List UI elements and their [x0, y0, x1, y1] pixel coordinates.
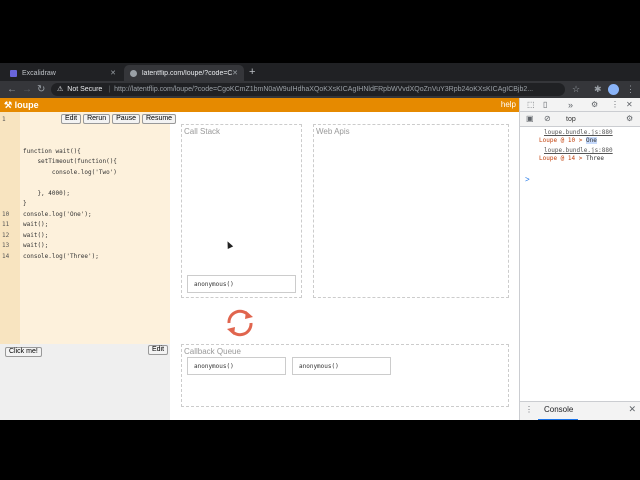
console-drawer: ⋮ Console ✕ — [520, 401, 640, 420]
browser-window: Excalidraw ✕ latentflip.com/loupe/?code=… — [0, 63, 640, 420]
loupe-favicon-icon — [130, 69, 137, 77]
settings-gear-icon[interactable]: ⚙ — [591, 98, 598, 112]
bookmark-star-icon[interactable]: ☆ — [572, 83, 580, 96]
line-number: 11 — [2, 221, 10, 228]
resume-button[interactable]: Resume — [142, 114, 177, 124]
close-tab-icon[interactable]: ✕ — [110, 69, 116, 77]
log-source-link[interactable]: loupe.bundle.js:880 — [544, 147, 640, 155]
inspect-element-icon[interactable]: ⬚ — [527, 98, 535, 112]
code-text: function wait(){ — [23, 147, 81, 155]
security-label[interactable]: Not Secure — [67, 86, 102, 93]
new-tab-button[interactable]: + — [249, 66, 255, 78]
log-value: Three — [585, 155, 605, 162]
callback-queue-item: anonymous() — [187, 357, 286, 375]
more-tabs-icon[interactable]: » — [568, 98, 573, 112]
call-stack-panel — [181, 124, 302, 298]
loupe-header: ⚒ loupe help — [0, 98, 519, 112]
line-number: 1 — [2, 116, 6, 123]
drawer-tab-console[interactable]: Console — [544, 405, 573, 414]
console-settings-icon[interactable]: ⚙ — [626, 112, 633, 126]
log-prefix: Loupe @ 14 > — [539, 155, 586, 162]
tab-strip: Excalidraw ✕ latentflip.com/loupe/?code=… — [0, 63, 640, 81]
close-tab-icon[interactable]: ✕ — [232, 69, 238, 77]
logo-text: loupe — [14, 100, 39, 110]
edit-button[interactable]: Edit — [61, 114, 82, 124]
toolbar: ← → ↻ ⚠ Not Secure | http://latentflip.com/… — [0, 81, 640, 98]
drawer-menu-icon[interactable]: ⋮ — [525, 405, 533, 414]
devtools-tabbar: ⬚ ▯ » ⚙ ⋮ ✕ — [520, 98, 640, 112]
devtools-panel: ⬚ ▯ » ⚙ ⋮ ✕ ▣ ⊘ top ⚙ loupe.bundle.js:88… — [519, 98, 640, 420]
loupe-page: ⚒ loupe help 1 function wait(){ setTimeou… — [0, 98, 519, 420]
console-toolbar: ▣ ⊘ top ⚙ — [520, 112, 640, 127]
help-link[interactable]: help — [501, 98, 516, 112]
code-text: console.log('One'); — [23, 210, 92, 218]
log-source-link[interactable]: loupe.bundle.js:880 — [544, 129, 640, 137]
log-prefix: Loupe @ 10 > — [539, 137, 586, 144]
call-stack-frame: anonymous() — [187, 275, 296, 293]
rerun-button[interactable]: Rerun — [83, 114, 111, 124]
web-apis-label: Web Apis — [316, 127, 350, 136]
callback-queue-label: Callback Queue — [184, 347, 241, 356]
callback-queue-item: anonymous() — [292, 357, 391, 375]
context-selector[interactable]: top — [566, 112, 576, 127]
address-bar[interactable]: ⚠ Not Secure | http://latentflip.com/loupe/… — [51, 83, 565, 96]
code-text: wait(); — [23, 231, 49, 239]
reload-icon[interactable]: ↻ — [37, 83, 45, 96]
forward-icon[interactable]: → — [22, 83, 32, 96]
url-text[interactable]: http://latentflip.com/loupe/?code=CgoKCm… — [114, 86, 533, 93]
code-text: }, 4000); — [23, 189, 70, 197]
click-me-button[interactable]: Click me! — [5, 347, 42, 357]
code-text: setTimeout(function(){ — [23, 158, 117, 165]
extensions-icon[interactable]: ✱ — [594, 83, 602, 96]
close-drawer-icon[interactable]: ✕ — [628, 404, 636, 415]
line-number: 14 — [2, 252, 10, 260]
line-number: 10 — [2, 210, 10, 218]
devtools-menu-icon[interactable]: ⋮ — [611, 98, 619, 112]
editor-buttons: Edit Rerun Pause Resume — [61, 114, 177, 124]
event-loop-icon — [227, 309, 253, 337]
device-toolbar-icon[interactable]: ▯ — [543, 98, 547, 112]
code-editor[interactable]: 1 function wait(){ setTimeout(function(){… — [0, 112, 177, 344]
sidebar-toggle-icon[interactable]: ▣ — [526, 112, 534, 126]
log-value: One — [585, 137, 597, 144]
log-message: Loupe @ 14 > Three — [539, 155, 640, 163]
html-edit-button[interactable]: Edit — [148, 345, 169, 355]
log-message: Loupe @ 10 > One — [539, 137, 640, 145]
console-prompt[interactable]: > — [525, 175, 530, 184]
warning-icon[interactable]: ⚠ — [57, 86, 63, 93]
more-menu-icon[interactable]: ⋮ — [626, 83, 635, 96]
code-text: wait(); — [23, 242, 49, 249]
line-number: 12 — [2, 231, 10, 239]
html-pane: Click me! Edit — [0, 344, 170, 420]
code-text: console.log('Two') — [23, 168, 117, 176]
loupe-logo[interactable]: ⚒ loupe — [4, 98, 39, 112]
code-text: console.log('Three'); — [23, 252, 99, 260]
tab-excalidraw[interactable]: Excalidraw ✕ — [4, 65, 122, 81]
call-stack-label: Call Stack — [184, 127, 221, 136]
active-tab-indicator — [538, 419, 578, 420]
code-text: } — [23, 200, 27, 207]
avatar[interactable] — [608, 84, 619, 95]
divider: | — [108, 86, 111, 93]
back-icon[interactable]: ← — [7, 83, 17, 96]
screen: Excalidraw ✕ latentflip.com/loupe/?code=… — [0, 0, 640, 480]
pause-button[interactable]: Pause — [112, 114, 140, 124]
close-devtools-icon[interactable]: ✕ — [626, 98, 633, 112]
tab-title: latentflip.com/loupe/?code=Cg... — [142, 69, 232, 77]
tab-loupe[interactable]: latentflip.com/loupe/?code=Cg... ✕ — [124, 65, 244, 81]
code-text: wait(); — [23, 221, 49, 228]
line-number: 13 — [2, 242, 10, 249]
clear-console-icon[interactable]: ⊘ — [544, 112, 551, 126]
tab-title: Excalidraw — [22, 69, 56, 77]
excalidraw-favicon-icon — [10, 69, 17, 77]
web-apis-panel — [313, 124, 509, 298]
